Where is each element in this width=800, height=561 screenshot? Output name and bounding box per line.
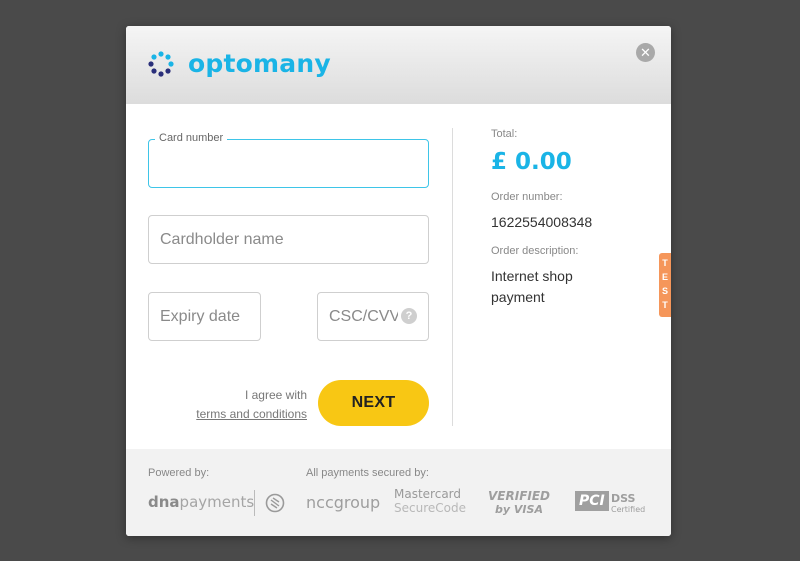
order-description-value: Internet shop payment <box>491 268 573 305</box>
mastercard-text: Mastercard <box>394 487 462 501</box>
help-icon[interactable]: ? <box>401 308 417 324</box>
by-visa-text: by VISA <box>495 503 543 516</box>
securecode-text: SecureCode <box>394 501 466 515</box>
close-button[interactable]: ✕ <box>636 43 655 62</box>
order-number-value: 1622554008348 <box>491 214 593 230</box>
test-badge-text: TEST <box>661 258 668 310</box>
dna-logo-bold: dna <box>148 493 180 511</box>
brand-name: optomany <box>188 49 331 78</box>
verified-by-visa-logo: VERIFIED by VISA <box>488 489 550 517</box>
test-mode-badge: TEST <box>659 253 671 317</box>
modal-footer: Powered by: All payments secured by: dna… <box>126 449 671 536</box>
brand-logo: optomany <box>148 50 331 78</box>
logo-separator <box>254 490 255 516</box>
secured-by-label: All payments secured by: <box>306 467 429 479</box>
nccgroup-logo: nccgroup <box>306 493 381 512</box>
shield-badge-icon <box>265 493 285 513</box>
mastercard-securecode-logo: Mastercard SecureCode <box>394 487 466 515</box>
terms-link[interactable]: terms and conditions <box>196 405 307 424</box>
order-summary: Total: £ 0.00 Order number: 162255400834… <box>491 128 641 308</box>
dna-payments-logo: dnapayments <box>148 493 254 511</box>
order-description-label: Order description: <box>491 245 579 257</box>
total-amount: £ 0.00 <box>491 149 572 175</box>
dna-logo-rest: payments <box>179 493 255 511</box>
optomany-dots-icon <box>148 51 174 77</box>
close-icon: ✕ <box>640 45 651 60</box>
next-button[interactable]: NEXT <box>318 380 429 426</box>
pci-text: PCI <box>575 491 609 511</box>
total-label: Total: <box>491 128 518 140</box>
pci-dss-logo: PCI DSS Certified <box>575 491 645 519</box>
card-number-label: Card number <box>155 132 228 144</box>
card-number-field[interactable]: Card number <box>148 132 429 188</box>
expiry-field[interactable] <box>148 292 261 341</box>
dss-text: DSS <box>611 492 636 505</box>
verified-text: VERIFIED <box>488 489 551 503</box>
cardholder-field[interactable] <box>148 215 429 264</box>
terms-agreement: I agree with terms and conditions <box>196 386 307 424</box>
certified-text: Certified <box>611 505 646 514</box>
payment-modal: optomany ✕ Card number ? I agree with te… <box>126 26 671 536</box>
expiry-input[interactable] <box>149 293 260 340</box>
cvv-field[interactable]: ? <box>317 292 429 341</box>
modal-header: optomany ✕ <box>126 26 671 104</box>
powered-by-label: Powered by: <box>148 467 210 479</box>
order-number-label: Order number: <box>491 191 563 203</box>
card-number-input[interactable] <box>149 140 428 187</box>
column-divider <box>452 128 453 426</box>
agree-text: I agree with <box>244 388 307 402</box>
cardholder-input[interactable] <box>149 216 428 263</box>
